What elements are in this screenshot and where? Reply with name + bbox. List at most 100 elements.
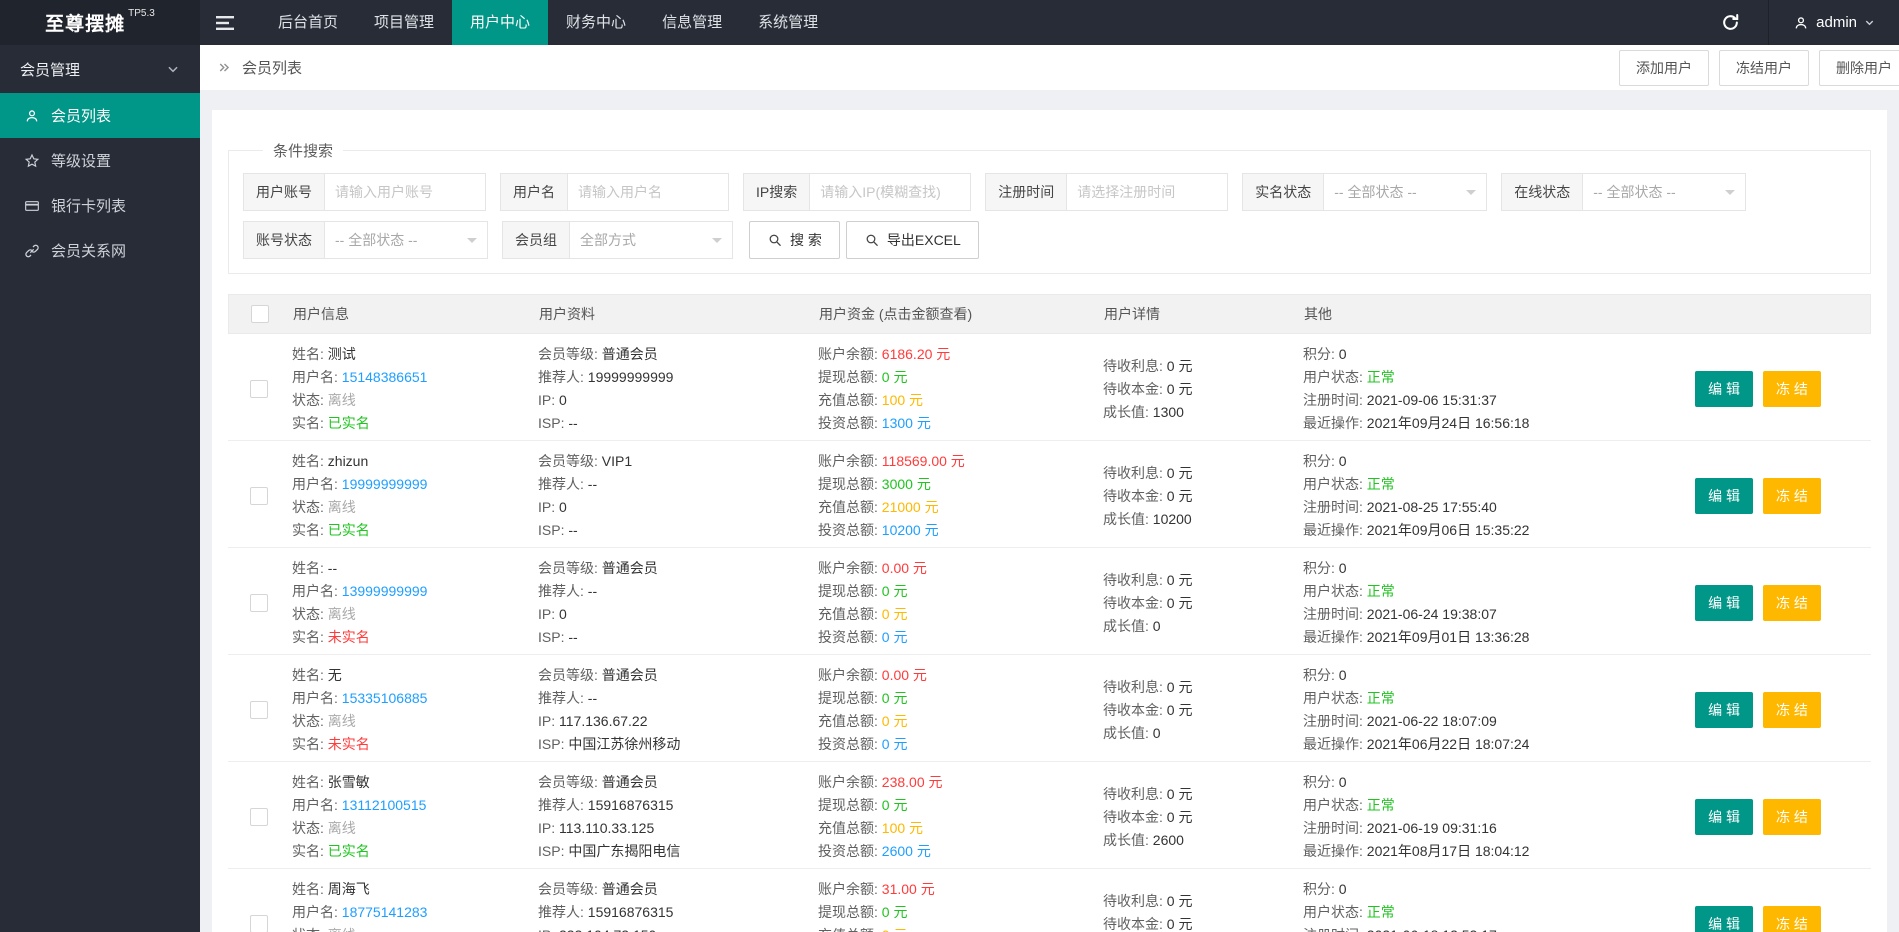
row-checkbox-cell — [228, 874, 292, 932]
sidebar-group-member-management[interactable]: 会员管理 — [0, 45, 200, 93]
freeze-button[interactable]: 冻 结 — [1763, 585, 1821, 621]
row-checkbox[interactable] — [250, 808, 268, 826]
field-interest-label: 待收利息: — [1103, 571, 1167, 588]
search-button[interactable]: 搜 索 — [749, 221, 840, 259]
select-all-checkbox[interactable] — [251, 305, 269, 323]
search-field-online-status-select[interactable]: -- 全部状态 -- — [1582, 173, 1747, 211]
field-username-value[interactable]: 15148386651 — [342, 369, 428, 385]
field-realname: 实名: 未实名 — [292, 733, 538, 756]
field-withdraw-value[interactable]: 3000 元 — [882, 476, 931, 492]
menu-toggle-icon[interactable] — [200, 0, 250, 45]
field-balance-value[interactable]: 6186.20 元 — [882, 346, 951, 362]
search-field-realname-status-select[interactable]: -- 全部状态 -- — [1323, 173, 1488, 211]
freeze-button[interactable]: 冻 结 — [1763, 906, 1821, 932]
nav-item-user-center[interactable]: 用户中心 — [452, 0, 549, 45]
field-realname: 实名: 已实名 — [292, 412, 538, 435]
field-referrer-label: 推荐人: — [538, 690, 588, 706]
field-username-value[interactable]: 13999999999 — [342, 583, 428, 599]
field-username-value[interactable]: 13112100515 — [342, 797, 427, 813]
field-username-label: 用户名: — [292, 583, 342, 599]
refresh-icon[interactable] — [1693, 0, 1768, 45]
field-withdraw-value[interactable]: 0 元 — [882, 904, 908, 920]
field-withdraw-value[interactable]: 0 元 — [882, 690, 908, 706]
field-balance-value[interactable]: 0.00 元 — [882, 667, 927, 683]
field-isp: ISP: -- — [538, 626, 818, 649]
field-recharge-value[interactable]: 0 元 — [882, 606, 908, 622]
field-username-value[interactable]: 15335106885 — [342, 690, 428, 706]
row-checkbox[interactable] — [250, 487, 268, 505]
field-recharge-value[interactable]: 100 元 — [882, 392, 923, 408]
user-details-cell: 待收利息: 0 元待收本金: 0 元成长值: 0 — [1103, 553, 1303, 649]
field-reg-time-value: 2021-09-06 15:31:37 — [1366, 392, 1497, 408]
field-balance-value[interactable]: 238.00 元 — [882, 774, 943, 790]
export-excel-button[interactable]: 导出EXCEL — [845, 221, 979, 259]
field-name: 姓名: 张雪敏 — [292, 771, 538, 794]
chevron-down-icon — [1865, 20, 1874, 26]
row-checkbox[interactable] — [250, 701, 268, 719]
nav-item-project[interactable]: 项目管理 — [356, 0, 452, 45]
edit-button[interactable]: 编 辑 — [1695, 906, 1753, 932]
edit-button[interactable]: 编 辑 — [1695, 692, 1753, 728]
field-recharge-value[interactable]: 100 元 — [882, 820, 923, 836]
field-recharge-value[interactable]: 0 元 — [882, 713, 908, 729]
field-isp-value: -- — [568, 629, 578, 645]
delete-user-button[interactable]: 删除用户 — [1819, 49, 1899, 86]
search-field-member-group-select[interactable]: 全部方式 — [569, 221, 733, 259]
field-username-value[interactable]: 18775141283 — [342, 904, 428, 920]
field-withdraw-value[interactable]: 0 元 — [882, 797, 908, 813]
field-invest-value[interactable]: 0 元 — [882, 629, 908, 645]
nav-item-info[interactable]: 信息管理 — [644, 0, 740, 45]
field-invest-value[interactable]: 1300 元 — [882, 415, 931, 431]
search-row-1: 用户账号 用户名 IP搜索 注册时间 实名状态 -- 全部状态 -- 在线状态 -- 全部状态… — [243, 173, 1856, 211]
nav-item-home[interactable]: 后台首页 — [260, 0, 356, 45]
row-checkbox[interactable] — [250, 594, 268, 612]
add-user-button[interactable]: 添加用户 — [1619, 49, 1709, 86]
search-field-reg-time-input[interactable] — [1066, 173, 1229, 211]
breadcrumb-icon — [216, 59, 233, 76]
row-checkbox[interactable] — [250, 915, 268, 932]
edit-button[interactable]: 编 辑 — [1695, 585, 1753, 621]
edit-button[interactable]: 编 辑 — [1695, 799, 1753, 835]
field-invest-value[interactable]: 2600 元 — [882, 843, 931, 859]
field-referrer: 推荐人: -- — [538, 580, 818, 603]
field-reg-time-value: 2021-06-22 18:07:09 — [1366, 713, 1497, 729]
freeze-button[interactable]: 冻 结 — [1763, 478, 1821, 514]
field-level: 会员等级: 普通会员 — [538, 771, 818, 794]
edit-button[interactable]: 编 辑 — [1695, 371, 1753, 407]
search-field-account-status-select[interactable]: -- 全部状态 -- — [324, 221, 488, 259]
row-checkbox[interactable] — [250, 380, 268, 398]
field-name-label: 姓名: — [292, 560, 328, 576]
field-ip-value: 113.110.33.125 — [559, 820, 655, 836]
freeze-user-button[interactable]: 冻结用户 — [1719, 49, 1809, 86]
sidebar-item-level-settings[interactable]: 等级设置 — [0, 138, 200, 183]
field-invest-value[interactable]: 10200 元 — [882, 522, 939, 538]
search-field-account-input[interactable] — [324, 173, 486, 211]
sidebar-item-member-network[interactable]: 会员关系网 — [0, 228, 200, 273]
field-principal: 待收本金: 0 元 — [1103, 806, 1303, 829]
sidebar-item-member-list[interactable]: 会员列表 — [0, 93, 200, 138]
freeze-button[interactable]: 冻 结 — [1763, 692, 1821, 728]
field-balance-value[interactable]: 0.00 元 — [882, 560, 927, 576]
field-recharge-value[interactable]: 21000 元 — [882, 499, 939, 515]
nav-item-finance[interactable]: 财务中心 — [548, 0, 644, 45]
field-balance-value[interactable]: 118569.00 元 — [882, 453, 965, 469]
field-points-value: 0 — [1338, 346, 1347, 362]
field-username-value[interactable]: 19999999999 — [342, 476, 428, 492]
freeze-button[interactable]: 冻 结 — [1763, 799, 1821, 835]
field-balance-value[interactable]: 31.00 元 — [882, 881, 935, 897]
field-recharge-value[interactable]: 0 元 — [882, 927, 908, 932]
field-reg-time-value: 2021-08-25 17:55:40 — [1366, 499, 1497, 515]
field-withdraw-value[interactable]: 0 元 — [882, 369, 908, 385]
nav-item-system[interactable]: 系统管理 — [740, 0, 836, 45]
freeze-button[interactable]: 冻 结 — [1763, 371, 1821, 407]
field-level-label: 会员等级: — [538, 346, 602, 362]
field-referrer-label: 推荐人: — [538, 583, 588, 599]
edit-button[interactable]: 编 辑 — [1695, 478, 1753, 514]
field-referrer-value: 15916876315 — [587, 904, 674, 920]
field-withdraw-value[interactable]: 0 元 — [882, 583, 908, 599]
sidebar-item-bank-card-list[interactable]: 银行卡列表 — [0, 183, 200, 228]
search-field-ip-input[interactable] — [809, 173, 972, 211]
user-menu[interactable]: admin — [1769, 0, 1899, 45]
field-invest-value[interactable]: 0 元 — [882, 736, 908, 752]
search-field-username-input[interactable] — [567, 173, 729, 211]
